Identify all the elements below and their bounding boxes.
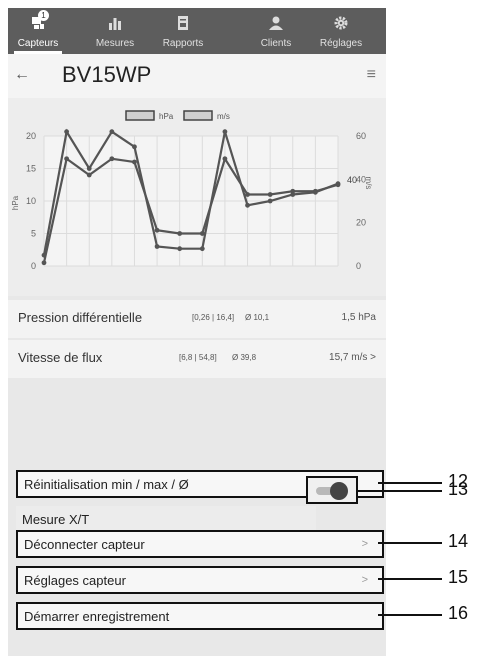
legend-label: m/s [217,112,230,121]
data-point [132,144,137,150]
page-title: BV15WP [62,62,152,87]
data-point [267,192,273,197]
nav-item-reglages[interactable]: Réglages [310,8,372,54]
data-point [109,129,115,135]
callout-number-14: 14 [448,531,469,551]
data-point [64,129,70,135]
reset-label: Réinitialisation min / max / Ø [24,477,189,492]
callout-line-12 [378,482,442,484]
reading-average: Ø 10,1 [245,313,270,322]
document-icon [178,16,188,30]
toggle-knob [330,482,348,500]
callout-line-15 [378,578,442,580]
data-point [335,181,341,187]
reading-row-pression[interactable]: Pression différentielle [0,26 | 16,4] Ø … [8,300,386,338]
data-point [154,227,160,233]
measurement-chart: 0 5 10 15 20 0 20 40 60 hPa m/s 40 hPa m/s [8,98,386,296]
disconnect-label: Déconnecter capteur [24,537,145,552]
callout-line-14 [378,542,442,544]
y-tick-label: 20 [26,131,36,141]
data-point [86,166,92,171]
data-point [245,202,250,208]
callout-number-13: 13 [448,479,469,499]
disconnect-sensor-button[interactable]: Déconnecter capteur > [16,530,384,558]
nav-label-reglages: Réglages [319,38,363,49]
menu-icon[interactable]: ≡ [367,66,376,84]
app-screen: 1 Capteurs Mesures Rapports Clients Régl… [8,8,386,656]
reading-value: 1,5 hPa [341,312,376,323]
reading-value: 15,7 m/s > [329,352,376,363]
data-point [64,156,70,162]
nav-label-rapports: Rapports [162,38,204,49]
legend-swatch [125,110,155,121]
top-nav: 1 Capteurs Mesures Rapports Clients Régl… [8,8,386,54]
reading-row-vitesse[interactable]: Vitesse de flux [6,8 | 54,8] Ø 39,8 15,7… [8,340,386,378]
data-point [109,156,115,162]
reading-name: Pression différentielle [18,310,143,325]
nav-item-mesures[interactable]: Mesures [84,8,146,54]
legend-label: hPa [159,112,174,121]
person-icon [269,16,283,30]
y2-tick-label: 20 [356,218,366,228]
data-point [41,252,47,258]
data-point [199,246,205,252]
data-point [290,192,296,197]
nav-label-mesures: Mesures [95,38,135,49]
settings-label: Réglages capteur [24,573,126,588]
y-axis-label: hPa [11,195,20,210]
y2-tick-label: 60 [356,131,366,141]
callout-number-15: 15 [448,567,469,587]
data-point [312,189,318,195]
line-chart: 051015200204060hPam/s40hPa m/s [11,110,373,271]
callout-line-16 [378,614,442,616]
bar-chart-icon [109,18,121,30]
y-tick-label: 5 [31,229,36,239]
y-tick-label: 15 [26,164,36,174]
reading-range: [0,26 | 16,4] [192,313,235,322]
callout-line-13 [358,490,442,492]
nav-label-capteurs: Capteurs [17,38,59,49]
y-tick-label: 0 [31,261,36,271]
start-recording-button[interactable]: Démarrer enregistrement [16,602,384,630]
data-point [177,246,183,252]
data-point [222,129,228,135]
data-point [154,244,160,249]
nav-item-capteurs[interactable]: 1 Capteurs [8,8,68,54]
data-point [86,172,92,178]
data-point [177,231,183,236]
xt-label: Mesure X/T [22,512,90,527]
nav-label-clients: Clients [260,38,292,49]
data-point [222,156,228,162]
y2-tick-label: 0 [356,261,361,271]
right-callout-label: 40 [347,175,357,185]
y2-axis-label: m/s [364,177,373,190]
data-point [267,198,273,204]
reading-range: [6,8 | 54,8] [179,353,217,362]
sensor-header: ← BV15WP ≡ [8,54,386,98]
reading-average: Ø 39,8 [232,353,257,362]
gear-icon [334,16,348,30]
notification-badge: 1 [38,10,49,21]
nav-item-clients[interactable]: Clients [248,8,304,54]
sensor-settings-button[interactable]: Réglages capteur > [16,566,384,594]
reading-name: Vitesse de flux [18,350,103,365]
record-label: Démarrer enregistrement [24,609,170,624]
data-point [132,159,137,165]
legend-swatch [183,110,213,121]
y-tick-label: 10 [26,196,36,206]
nav-item-rapports[interactable]: Rapports [152,8,214,54]
callout-number-16: 16 [448,603,469,623]
back-arrow-icon[interactable]: ← [14,66,30,84]
data-point [41,260,47,266]
chevron-right-icon: > [361,574,368,586]
xt-toggle[interactable] [306,476,358,504]
chevron-right-icon: > [361,538,368,550]
